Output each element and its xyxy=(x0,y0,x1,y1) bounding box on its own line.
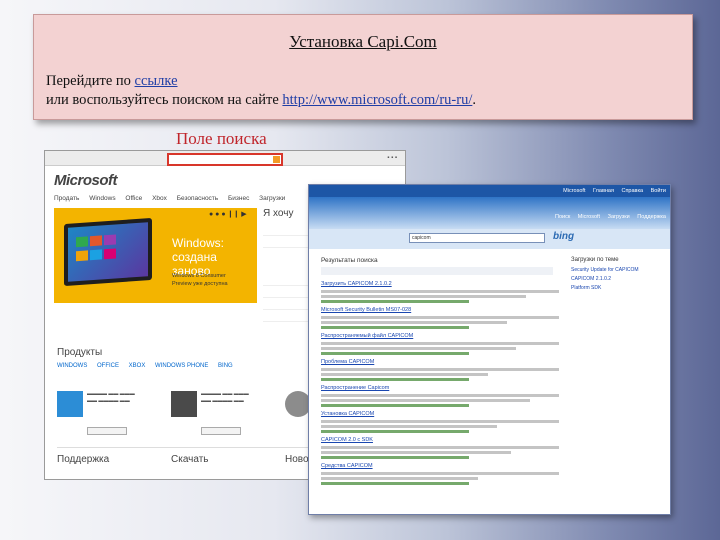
result-item[interactable]: Установка CAPICOM xyxy=(321,411,559,433)
header-band: Поиск Microsoft Загрузки Поддержка xyxy=(309,197,670,229)
browser-top-bar: ▪ ▪ ▪ xyxy=(45,151,405,166)
search-go-icon[interactable] xyxy=(273,156,280,163)
microsoft-logo: Microsoft xyxy=(54,172,118,189)
product-link[interactable]: XBOX xyxy=(129,363,146,369)
results-scope-bar xyxy=(321,267,553,275)
products-heading: Продукты xyxy=(57,347,103,358)
search-row: capicom bing xyxy=(309,229,670,249)
hero-subtitle: Windows 8 Consumer Preview уже доступна xyxy=(172,273,228,287)
search-box-highlighted[interactable] xyxy=(167,153,283,166)
related-item[interactable]: Platform SDK xyxy=(571,285,666,292)
bing-logo: bing xyxy=(553,231,575,242)
link-microsoft-site[interactable]: http://www.microsoft.com/ru-ru/ xyxy=(282,92,472,108)
results-title: Результаты поиска xyxy=(321,257,378,264)
nav-item[interactable]: Бизнес xyxy=(228,195,249,202)
carousel-dots[interactable]: ● ● ● ❙❙ ▶ xyxy=(209,210,247,218)
product-card[interactable]: ▬▬▬▬ ▬▬ ▬▬▬▬▬ ▬▬▬▬ ▬▬ xyxy=(57,389,165,437)
top-links: Microsoft Главная Справка Войти xyxy=(563,188,666,194)
title-banner: Установка Capi.Com Перейдите по ссылке и… xyxy=(33,14,693,120)
instruction-text-1: Перейдите по xyxy=(46,73,135,89)
instruction-text-2: или воспользуйтесь поиском на сайте xyxy=(46,92,283,108)
product-link[interactable]: BING xyxy=(218,363,233,369)
tablet-image xyxy=(64,217,152,287)
download-heading[interactable]: Скачать xyxy=(171,454,209,465)
nav-item[interactable]: Безопасность xyxy=(177,195,218,202)
related-item[interactable]: CAPICOM 2.1.0.2 xyxy=(571,276,666,283)
related-title: Загрузки по теме xyxy=(571,257,619,263)
instruction-line-2: или воспользуйтесь поиском на сайте http… xyxy=(46,92,476,109)
top-links: ▪ ▪ ▪ xyxy=(387,155,397,161)
result-item[interactable]: Распространение Capicom xyxy=(321,385,559,407)
link-here[interactable]: ссылке xyxy=(135,73,178,89)
support-heading[interactable]: Поддержка xyxy=(57,454,109,465)
nav-item[interactable]: Продать xyxy=(54,195,79,202)
search-input[interactable]: capicom xyxy=(409,233,545,243)
search-results-screenshot: Microsoft Главная Справка Войти Поиск Mi… xyxy=(308,184,671,515)
product-link[interactable]: WINDOWS xyxy=(57,363,87,369)
result-item[interactable]: Проблема CAPICOM xyxy=(321,359,559,381)
top-bar: Microsoft Главная Справка Войти xyxy=(309,185,670,197)
instruction-suffix: . xyxy=(472,92,476,108)
nav-item[interactable]: Загрузки xyxy=(259,195,285,202)
product-card[interactable]: ▬▬▬▬ ▬▬ ▬▬▬▬▬ ▬▬▬▬ ▬▬ xyxy=(171,389,279,437)
search-field-caption: Поле поиска xyxy=(176,129,267,148)
hero-banner[interactable]: ● ● ● ❙❙ ▶ Windows: создана заново Windo… xyxy=(54,208,257,303)
related-downloads: Загрузки по теме Security Update for CAP… xyxy=(571,257,666,294)
results-list: Загрузить CAPICOM 2.1.0.2 Microsoft Secu… xyxy=(321,281,559,489)
nav-item[interactable]: Windows xyxy=(89,195,115,202)
nav-item[interactable]: Xbox xyxy=(152,195,167,202)
main-nav: Продать Windows Office Xbox Безопасность… xyxy=(54,195,293,202)
result-item[interactable]: Распространяемый файл CAPICOM xyxy=(321,333,559,355)
product-links: WINDOWS OFFICE XBOX WINDOWS PHONE BING xyxy=(57,363,241,369)
related-item[interactable]: Security Update for CAPICOM xyxy=(571,267,666,274)
instruction-line-1: Перейдите по ссылке xyxy=(46,73,178,90)
slide-title: Установка Capi.Com xyxy=(289,32,437,51)
result-item[interactable]: CAPICOM 2.0 с SDK xyxy=(321,437,559,459)
product-link[interactable]: WINDOWS PHONE xyxy=(155,363,208,369)
product-link[interactable]: OFFICE xyxy=(97,363,119,369)
result-item[interactable]: Загрузить CAPICOM 2.1.0.2 xyxy=(321,281,559,303)
nav-item[interactable]: Office xyxy=(125,195,142,202)
result-item[interactable]: Microsoft Security Bulletin MS07-028 xyxy=(321,307,559,329)
result-item[interactable]: Средства CAPICOM xyxy=(321,463,559,485)
header-links: Поиск Microsoft Загрузки Поддержка xyxy=(555,214,666,220)
